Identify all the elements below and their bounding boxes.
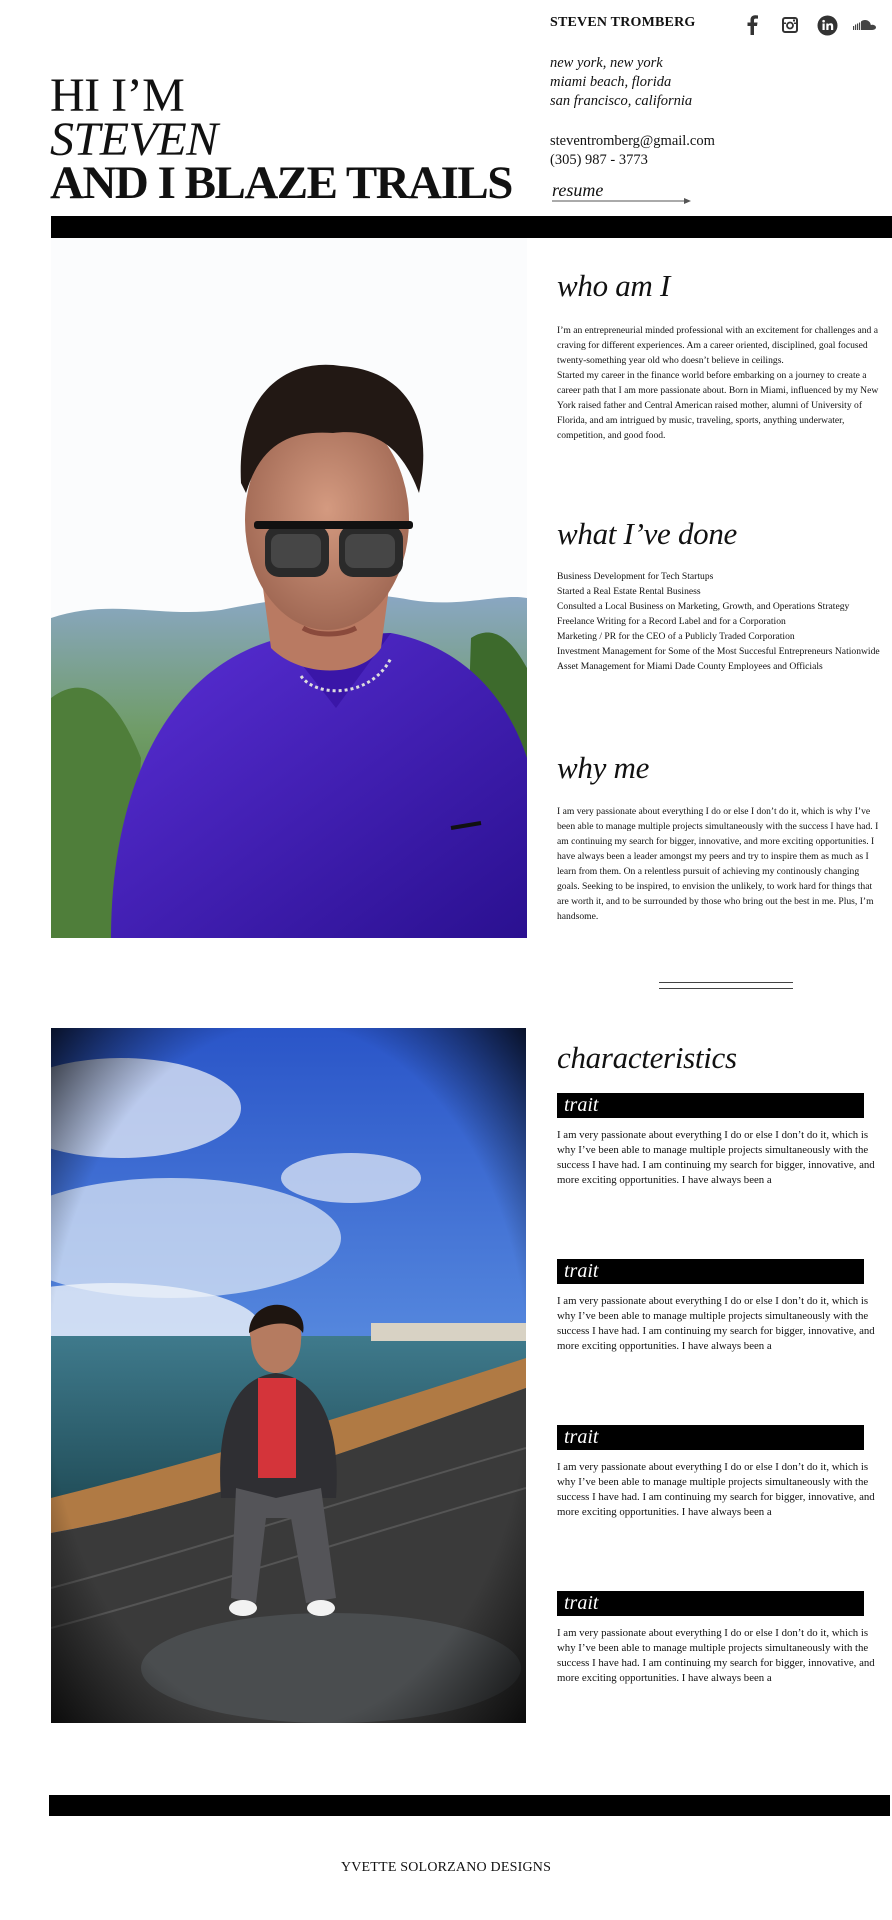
location-item: san francisco, california [550, 93, 693, 109]
trait-text: I am very passionate about everything I … [557, 1129, 875, 1186]
trait-heading: trait [557, 1093, 864, 1118]
list-item: Investment Management for Some of the Mo… [557, 646, 880, 657]
header-divider-bar [51, 216, 892, 238]
soundcloud-link[interactable] [851, 14, 877, 36]
trait-text: I am very passionate about everything I … [557, 1627, 875, 1684]
facebook-icon [747, 15, 758, 35]
trait-heading: trait [557, 1425, 864, 1450]
why-me-text: I am very passionate about everything I … [557, 806, 879, 922]
site-brand[interactable]: STEVEN TROMBERG [550, 15, 696, 31]
hero-heading: HI I’M STEVEN AND I BLAZE TRAILS [50, 72, 513, 209]
list-item: Freelance Writing for a Record Label and… [557, 616, 786, 627]
footer-divider-bar [49, 1795, 890, 1816]
footer-credit: YVETTE SOLORZANO DESIGNS [340, 1860, 552, 1875]
instagram-link[interactable] [779, 14, 801, 36]
linkedin-icon [817, 15, 837, 35]
facebook-link[interactable] [741, 14, 763, 36]
linkedin-link[interactable] [816, 14, 838, 36]
accomplishments-list: Business Development for Tech Startups S… [557, 569, 887, 674]
location-item: new york, new york [550, 55, 663, 71]
trait-text: I am very passionate about everything I … [557, 1461, 875, 1518]
what-ive-done-heading: what I’ve done [557, 516, 738, 551]
locations-list: new york, new york miami beach, florida … [550, 54, 692, 111]
trait-heading: trait [557, 1259, 864, 1284]
instagram-icon [782, 17, 798, 33]
portrait-photo [51, 238, 527, 938]
pier-photo [51, 1028, 526, 1723]
arrow-right-icon [552, 198, 691, 204]
list-item: Started a Real Estate Rental Business [557, 586, 701, 597]
characteristics-heading: characteristics [557, 1040, 737, 1075]
section-divider [659, 982, 793, 989]
soundcloud-icon [853, 20, 876, 30]
trait-heading: trait [557, 1591, 864, 1616]
list-item: Marketing / PR for the CEO of a Publicly… [557, 631, 795, 642]
list-item: Asset Management for Miami Dade County E… [557, 661, 823, 672]
trait-text: I am very passionate about everything I … [557, 1295, 875, 1352]
hero-line-3: AND I BLAZE TRAILS [50, 157, 513, 209]
why-me-heading: why me [557, 750, 650, 785]
email-link[interactable]: steventromberg@gmail.com [550, 132, 715, 151]
list-item: Business Development for Tech Startups [557, 571, 714, 582]
location-item: miami beach, florida [550, 74, 672, 90]
list-item: Consulted a Local Business on Marketing,… [557, 601, 850, 612]
who-am-i-text: I’m an entrepreneurial minded profession… [557, 325, 879, 441]
contact-info: steventromberg@gmail.com (305) 987 - 377… [550, 132, 715, 170]
phone-number: (305) 987 - 3773 [550, 152, 648, 168]
who-am-i-heading: who am I [557, 268, 670, 303]
